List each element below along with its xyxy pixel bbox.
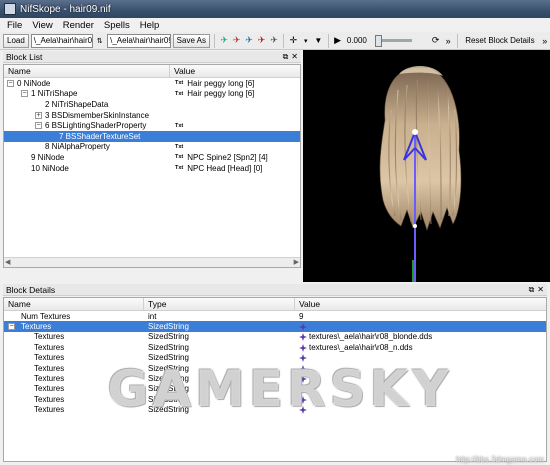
- view-user-icon[interactable]: ✈: [256, 35, 266, 47]
- window-title: NifSkope - hair09.nif: [20, 3, 111, 15]
- block-list-header: Block List ⧉ ✕: [3, 51, 301, 63]
- tree-row[interactable]: 9 NiNode Txt NPC Spine2 [Spn2] [4]: [4, 152, 300, 163]
- menu-help[interactable]: Help: [135, 20, 165, 31]
- refresh-icon[interactable]: ⟳: [430, 35, 440, 47]
- toolbar: Load \_Aela\hair\hair09.nif ⇅ \_Aela\hai…: [0, 32, 550, 50]
- tree-row[interactable]: 10 NiNode Txt NPC Head [Head] [0]: [4, 163, 300, 174]
- tree-row[interactable]: 8 NiAlphaProperty Txt: [4, 142, 300, 153]
- detail-row[interactable]: Textures SizedString: [4, 373, 546, 383]
- watermark-url: http://bbs.3dmgame.com: [455, 455, 544, 464]
- texture-star-icon: [299, 385, 307, 394]
- tree-row[interactable]: − 0 NiNode Txt Hair peggy long [6]: [4, 78, 300, 89]
- axes-icon[interactable]: ✛: [288, 35, 298, 47]
- expand-icon[interactable]: +: [35, 111, 42, 119]
- block-list: Name Value − 0 NiNode Txt Hair peggy long…: [3, 64, 301, 268]
- load-path-field[interactable]: \_Aela\hair\hair09.nif: [30, 33, 93, 48]
- detail-row[interactable]: Num Textures int 9: [4, 311, 546, 321]
- hair-model-render: [379, 66, 462, 282]
- texture-star-icon: [299, 343, 307, 352]
- tree-row[interactable]: 2 NiTriShapeData: [4, 99, 300, 110]
- txt-badge: Txt: [174, 165, 185, 172]
- view-front-icon[interactable]: ✈: [231, 35, 241, 47]
- menu-bar: File View Render Spells Help: [0, 18, 550, 32]
- save-path-field[interactable]: \_Aela\hair\hair09.nif: [107, 33, 171, 48]
- collapse-icon[interactable]: −: [35, 122, 42, 130]
- txt-badge: Txt: [174, 80, 185, 87]
- close-icon[interactable]: ✕: [537, 285, 544, 295]
- txt-badge: Txt: [174, 143, 185, 150]
- column-type[interactable]: Type: [144, 298, 295, 310]
- view-top-icon[interactable]: ✈: [219, 35, 229, 47]
- txt-badge: Txt: [174, 154, 185, 161]
- horizontal-scrollbar[interactable]: [4, 257, 300, 267]
- float-icon[interactable]: ⧉: [529, 285, 535, 295]
- view-walk-icon[interactable]: ✈: [269, 35, 279, 47]
- texture-star-icon: [299, 322, 307, 331]
- tree-row[interactable]: − 1 NiTriShape Txt Hair peggy long [6]: [4, 89, 300, 100]
- swap-arrows-icon[interactable]: ⇅: [95, 35, 105, 47]
- float-icon[interactable]: ⧉: [283, 52, 289, 62]
- texture-star-icon: [299, 364, 307, 373]
- txt-badge: Txt: [174, 122, 185, 129]
- menu-file[interactable]: File: [2, 20, 27, 31]
- dropdown-arrow-icon[interactable]: ▾: [301, 35, 311, 47]
- texture-star-icon: [299, 395, 307, 404]
- block-list-title: Block List: [6, 51, 43, 62]
- toolbar-separator: [457, 33, 459, 48]
- column-name[interactable]: Name: [4, 298, 144, 310]
- toolbar-separator: [283, 33, 285, 48]
- menu-spells[interactable]: Spells: [99, 20, 135, 31]
- render-viewport[interactable]: [303, 50, 550, 282]
- more-icon[interactable]: »: [443, 35, 453, 47]
- detail-row[interactable]: Textures SizedString textures\_aela\hair…: [4, 342, 546, 352]
- close-icon[interactable]: ✕: [291, 52, 298, 62]
- column-name[interactable]: Name: [4, 65, 170, 77]
- detail-row[interactable]: Textures SizedString: [4, 353, 546, 363]
- save-as-button[interactable]: Save As: [172, 33, 211, 48]
- menu-render[interactable]: Render: [58, 20, 99, 31]
- block-details: Name Type Value Num Textures int 9 − Tex…: [3, 297, 547, 462]
- time-slider[interactable]: [375, 35, 413, 47]
- toolbar-separator: [327, 33, 329, 48]
- time-value: 0.000: [346, 36, 367, 45]
- view-side-icon[interactable]: ✈: [244, 35, 254, 47]
- column-value[interactable]: Value: [170, 65, 300, 77]
- collapse-icon[interactable]: ▼: [313, 35, 323, 47]
- menu-view[interactable]: View: [27, 20, 57, 31]
- collapse-icon[interactable]: −: [7, 79, 14, 87]
- detail-row[interactable]: Textures SizedString: [4, 394, 546, 404]
- block-details-title: Block Details: [6, 284, 56, 295]
- collapse-icon[interactable]: −: [8, 323, 15, 331]
- block-details-header: Block Details ⧉ ✕: [3, 284, 547, 296]
- title-bar: NifSkope - hair09.nif: [0, 0, 550, 18]
- load-button[interactable]: Load: [3, 33, 29, 48]
- tree-row[interactable]: + 3 BSDismemberSkinInstance: [4, 110, 300, 121]
- block-list-columns: Name Value: [4, 65, 300, 78]
- detail-row[interactable]: Textures SizedString textures\_aela\hair…: [4, 332, 546, 342]
- detail-row[interactable]: Textures SizedString: [4, 384, 546, 394]
- detail-row-selected[interactable]: − Textures SizedString: [4, 321, 546, 332]
- texture-star-icon: [299, 374, 307, 383]
- toolbar-separator: [214, 33, 215, 48]
- tree-row-selected[interactable]: 7 BSShaderTextureSet: [4, 130, 300, 142]
- play-icon[interactable]: ▶: [332, 35, 342, 47]
- detail-row[interactable]: Textures SizedString: [4, 363, 546, 373]
- more-icon[interactable]: »: [540, 35, 550, 47]
- tree-row[interactable]: − 6 BSLightingShaderProperty Txt: [4, 120, 300, 131]
- block-details-columns: Name Type Value: [4, 298, 546, 311]
- txt-badge: Txt: [174, 90, 185, 97]
- texture-star-icon: [299, 354, 307, 363]
- app-icon: [4, 3, 16, 15]
- texture-star-icon: [299, 333, 307, 342]
- reset-block-details-button[interactable]: Reset Block Details: [462, 34, 537, 48]
- texture-star-icon: [299, 406, 307, 415]
- detail-row[interactable]: Textures SizedString: [4, 405, 546, 415]
- column-value[interactable]: Value: [295, 298, 546, 310]
- collapse-icon[interactable]: −: [21, 90, 28, 98]
